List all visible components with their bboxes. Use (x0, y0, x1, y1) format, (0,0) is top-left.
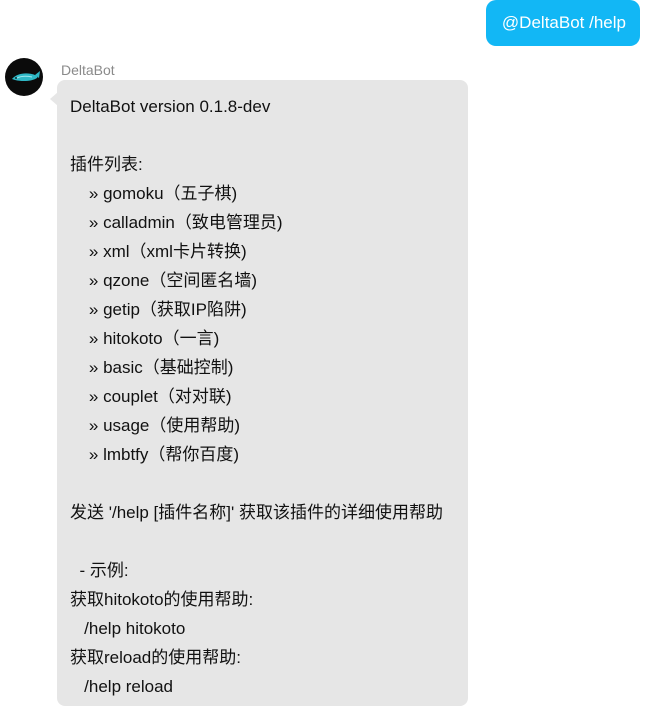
bot-message-line: » calladmin（致电管理员) (70, 213, 283, 232)
user-command: /help (589, 13, 626, 32)
fish-icon (12, 71, 40, 82)
sender-name: DeltaBot (61, 62, 115, 78)
bot-message-line: » gomoku（五子棋) (70, 184, 238, 203)
bot-message-line: » qzone（空间匿名墙) (70, 271, 258, 290)
user-mention[interactable]: @DeltaBot (502, 13, 584, 32)
bot-message-line: » xml（xml卡片转换) (70, 242, 247, 261)
bot-message-line: » couplet（对对联) (70, 387, 232, 406)
bot-message-line: /help hitokoto (70, 619, 186, 638)
bot-message-line (70, 121, 456, 150)
bot-message-line: - 示例: (70, 561, 129, 580)
bot-message-line: DeltaBot version 0.1.8-dev (70, 97, 271, 116)
bot-message-line: 获取reload的使用帮助: (70, 648, 241, 667)
bot-message-line: » basic（基础控制) (70, 358, 234, 377)
bot-message-line: » getip（获取IP陷阱) (70, 300, 247, 319)
bot-message-line (70, 469, 456, 498)
bot-message-line (70, 527, 456, 556)
bot-message-line: 获取hitokoto的使用帮助: (70, 590, 254, 609)
bot-message-line: » lmbtfy（帮你百度) (70, 445, 240, 464)
bot-message-line: 发送 '/help [插件名称]' 获取该插件的详细使用帮助 (70, 503, 443, 522)
bot-message-line: » usage（使用帮助) (70, 416, 241, 435)
bot-avatar[interactable] (5, 58, 43, 96)
bot-message-line: /help reload (70, 677, 174, 696)
user-message-bubble: @DeltaBot /help (485, 0, 640, 46)
bot-message-bubble: DeltaBot version 0.1.8-dev 插件列表: » gomoku… (50, 80, 468, 706)
bot-message-line: » hitokoto（一言) (70, 329, 220, 348)
bot-message-line: 插件列表: (70, 155, 143, 174)
